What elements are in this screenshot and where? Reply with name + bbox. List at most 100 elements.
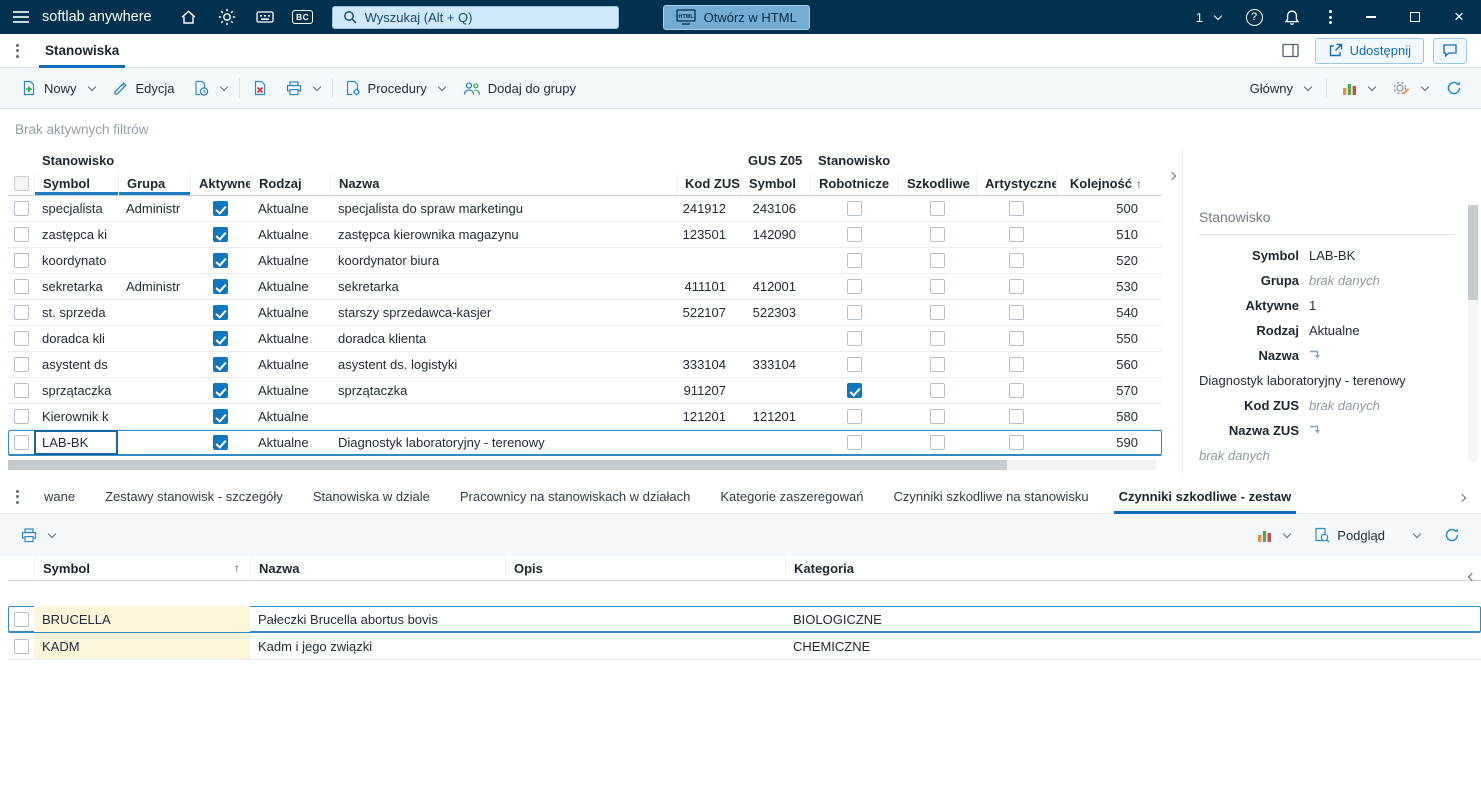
cell-rodzaj[interactable]: Aktualne — [250, 227, 330, 242]
column-header-opis[interactable]: Opis — [505, 556, 785, 580]
aktywne-checkbox[interactable] — [212, 305, 228, 320]
cell-symbol[interactable]: LAB-BK — [34, 430, 118, 455]
robotnicze-checkbox[interactable] — [846, 357, 862, 372]
cell-grupa[interactable]: Administr — [118, 201, 190, 216]
column-header-aktywne[interactable]: Aktywne — [190, 172, 250, 195]
new-button[interactable]: Nowy — [12, 74, 104, 102]
column-header-nazwa[interactable]: Nazwa — [330, 172, 676, 195]
tabs-scroll-right-button[interactable] — [1457, 489, 1481, 504]
artystyczne-checkbox[interactable] — [1008, 227, 1024, 242]
comments-button[interactable] — [1433, 37, 1467, 64]
robotnicze-checkbox[interactable] — [846, 331, 862, 346]
row-select-checkbox[interactable] — [13, 383, 29, 398]
tab-stanowiska[interactable]: Stanowiska — [37, 34, 127, 68]
document-history-button[interactable] — [184, 74, 236, 102]
row-select-checkbox[interactable] — [13, 279, 29, 294]
cell-symbol[interactable]: KADM — [34, 633, 250, 659]
cell-kolejnosc[interactable]: 500 — [1056, 201, 1152, 216]
column-header-robotnicze[interactable]: Robotnicze — [810, 172, 898, 195]
table-row[interactable]: sprzątaczka Aktualne sprzątaczka 911207 … — [8, 378, 1162, 404]
subpage-refresh-button[interactable] — [1435, 521, 1469, 549]
subpage-print-button[interactable] — [12, 521, 64, 549]
cell-symbol[interactable]: BRUCELLA — [34, 606, 250, 632]
subpage-tab-1[interactable]: Zestawy stanowisk - szczegóły — [90, 480, 298, 513]
cell-kolejnosc[interactable]: 530 — [1056, 279, 1152, 294]
brightness-button[interactable] — [208, 0, 246, 34]
robotnicze-checkbox[interactable] — [846, 435, 862, 450]
cell-kolejnosc[interactable]: 550 — [1056, 331, 1152, 346]
cell-nazwa[interactable]: specjalista do spraw marketingu — [330, 201, 676, 216]
table-row[interactable]: koordynato Aktualne koordynator biura 52… — [8, 248, 1162, 274]
view-selector[interactable]: Główny — [1241, 74, 1320, 102]
cell-gus-symbol[interactable]: 333104 — [740, 357, 810, 372]
cell-nazwa[interactable]: asystent ds. logistyki — [330, 357, 676, 372]
aktywne-checkbox[interactable] — [212, 253, 228, 268]
column-header-nazwa[interactable]: Nazwa — [250, 556, 505, 580]
row-select-checkbox[interactable] — [13, 253, 29, 268]
cell-grupa[interactable]: Administr — [118, 279, 190, 294]
robotnicze-checkbox[interactable] — [846, 305, 862, 320]
robotnicze-checkbox[interactable] — [846, 383, 862, 398]
refresh-button[interactable] — [1437, 74, 1471, 102]
factbox-expander[interactable] — [1162, 149, 1182, 474]
subpage-tab-3[interactable]: Pracownicy na stanowiskach w działach — [445, 480, 706, 513]
open-in-html-button[interactable]: HTML Otwórz w HTML — [662, 4, 810, 30]
table-row[interactable]: st. sprzeda Aktualne starszy sprzedawca-… — [8, 300, 1162, 326]
artystyczne-checkbox[interactable] — [1008, 357, 1024, 372]
artystyczne-checkbox[interactable] — [1008, 383, 1024, 398]
cell-gus-symbol[interactable]: 142090 — [740, 227, 810, 242]
cell-symbol[interactable]: sprzątaczka — [34, 383, 118, 398]
horizontal-scrollbar[interactable] — [8, 460, 1156, 470]
subpage-tab-4[interactable]: Kategorie zaszeregowań — [705, 480, 878, 513]
column-header-artystyczne[interactable]: Artystyczne — [976, 172, 1056, 195]
edit-button[interactable]: Edycja — [104, 74, 184, 102]
cell-nazwa[interactable]: Kadm i jego związki — [250, 639, 505, 654]
preview-button[interactable]: Podgląd — [1305, 521, 1394, 549]
table-row[interactable]: Kierownik k Aktualne 121201 121201 580 — [8, 404, 1162, 430]
subpage-tab-6[interactable]: Czynniki szkodliwe - zestaw — [1104, 480, 1307, 514]
home-button[interactable] — [170, 0, 208, 34]
cell-nazwa[interactable]: starszy sprzedawca-kasjer — [330, 305, 676, 320]
artystyczne-checkbox[interactable] — [1008, 253, 1024, 268]
bottom-panel-expander[interactable] — [1467, 568, 1477, 583]
cell-symbol[interactable]: koordynato — [34, 253, 118, 268]
aktywne-checkbox[interactable] — [212, 331, 228, 346]
szkodliwe-checkbox[interactable] — [929, 435, 945, 450]
aktywne-checkbox[interactable] — [212, 435, 228, 450]
factbox-toggle-button[interactable] — [1276, 38, 1306, 64]
select-all-checkbox[interactable] — [13, 176, 29, 191]
cell-kategoria[interactable]: BIOLOGICZNE — [785, 612, 985, 627]
cell-kolejnosc[interactable]: 590 — [1056, 435, 1152, 450]
table-row[interactable]: BRUCELLA Pałeczki Brucella abortus bovis… — [8, 606, 1481, 633]
szkodliwe-checkbox[interactable] — [929, 357, 945, 372]
cell-rodzaj[interactable]: Aktualne — [250, 409, 330, 424]
table-row[interactable]: sekretarka Administr Aktualne sekretarka… — [8, 274, 1162, 300]
cell-kod-zus[interactable]: 121201 — [676, 409, 740, 424]
szkodliwe-checkbox[interactable] — [929, 305, 945, 320]
tab-options-kebab[interactable] — [0, 34, 29, 67]
column-header-kategoria[interactable]: Kategoria — [785, 556, 985, 580]
cell-kolejnosc[interactable]: 570 — [1056, 383, 1152, 398]
subpage-tab-5[interactable]: Czynniki szkodliwe na stanowisku — [878, 480, 1103, 513]
robotnicze-checkbox[interactable] — [846, 227, 862, 242]
aktywne-checkbox[interactable] — [212, 201, 228, 216]
szkodliwe-checkbox[interactable] — [929, 383, 945, 398]
subpage-tab-0[interactable]: wane — [29, 480, 90, 513]
row-select-checkbox[interactable] — [13, 305, 29, 320]
robotnicze-checkbox[interactable] — [846, 201, 862, 216]
help-button[interactable]: ? — [1235, 0, 1273, 34]
cell-nazwa[interactable]: sprzątaczka — [330, 383, 676, 398]
add-to-group-button[interactable]: Dodaj do grupy — [454, 74, 585, 102]
scrollbar-thumb[interactable] — [8, 460, 1007, 470]
artystyczne-checkbox[interactable] — [1008, 409, 1024, 424]
close-button[interactable]: × — [1437, 0, 1481, 34]
keyboard-shortcuts-button[interactable] — [246, 0, 284, 34]
cell-nazwa[interactable]: sekretarka — [330, 279, 676, 294]
cell-kod-zus[interactable]: 411101 — [676, 279, 740, 294]
factbox-scrollbar[interactable] — [1468, 205, 1478, 462]
cell-symbol[interactable]: sekretarka — [34, 279, 118, 294]
szkodliwe-checkbox[interactable] — [929, 279, 945, 294]
aktywne-checkbox[interactable] — [212, 357, 228, 372]
cell-kod-zus[interactable]: 241912 — [676, 201, 740, 216]
column-header-rodzaj[interactable]: Rodzaj — [250, 172, 330, 195]
